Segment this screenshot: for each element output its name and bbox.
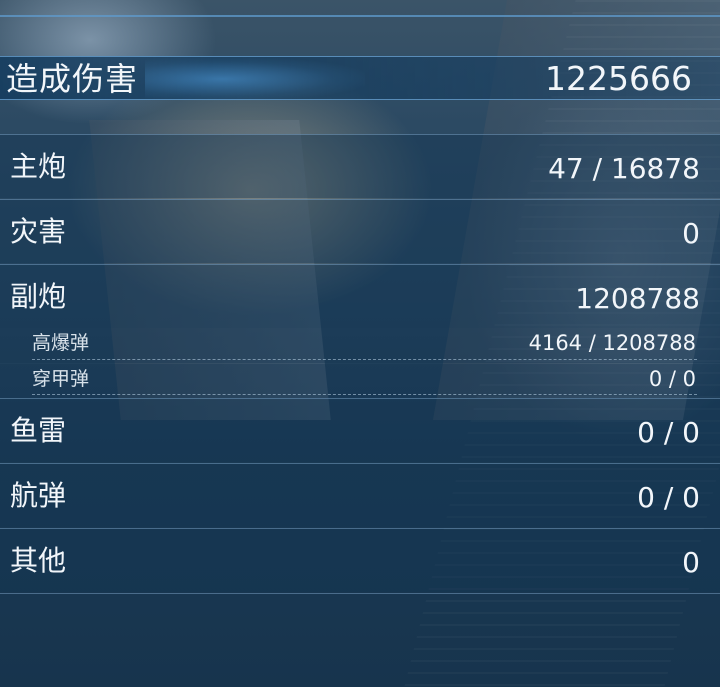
damage-stats-panel: 造成伤害 1225666 主炮 47 / 16878 灾害 0 副炮 12087… [0, 0, 720, 687]
torpedo-label: 鱼雷 [10, 414, 67, 447]
aerial-bomb-label: 航弹 [10, 479, 67, 512]
disaster-row: 灾害 0 [0, 199, 720, 263]
main-gun-value: 47 / 16878 [548, 152, 700, 185]
torpedo-value: 0 / 0 [637, 416, 700, 449]
he-shell-row: 高爆弹 4164 / 1208788 [0, 328, 720, 363]
other-row: 其他 0 [0, 528, 720, 592]
he-shell-value: 4164 / 1208788 [528, 331, 696, 355]
ap-shell-value: 0 / 0 [648, 367, 696, 391]
aerial-bomb-row: 航弹 0 / 0 [0, 463, 720, 527]
total-damage-label: 造成伤害 [6, 60, 139, 98]
disaster-value: 0 [682, 217, 700, 250]
top-divider [0, 15, 720, 17]
other-value: 0 [682, 546, 700, 579]
main-gun-label: 主炮 [10, 150, 67, 183]
bottom-divider [0, 593, 720, 594]
secondary-gun-label: 副炮 [10, 280, 67, 313]
highlight-glow [145, 57, 365, 101]
ap-shell-label: 穿甲弹 [32, 368, 90, 390]
aerial-bomb-value: 0 / 0 [637, 481, 700, 514]
he-shell-label: 高爆弹 [32, 332, 90, 354]
other-label: 其他 [10, 544, 67, 577]
total-damage-value: 1225666 [545, 59, 692, 98]
sub-row-divider [32, 359, 697, 360]
secondary-gun-value: 1208788 [575, 282, 700, 315]
total-damage-row: 造成伤害 1225666 [0, 56, 720, 101]
disaster-label: 灾害 [10, 215, 67, 248]
secondary-gun-row: 副炮 1208788 [0, 264, 720, 328]
torpedo-row: 鱼雷 0 / 0 [0, 398, 720, 462]
main-gun-row: 主炮 47 / 16878 [0, 134, 720, 198]
sub-row-divider [32, 394, 697, 395]
